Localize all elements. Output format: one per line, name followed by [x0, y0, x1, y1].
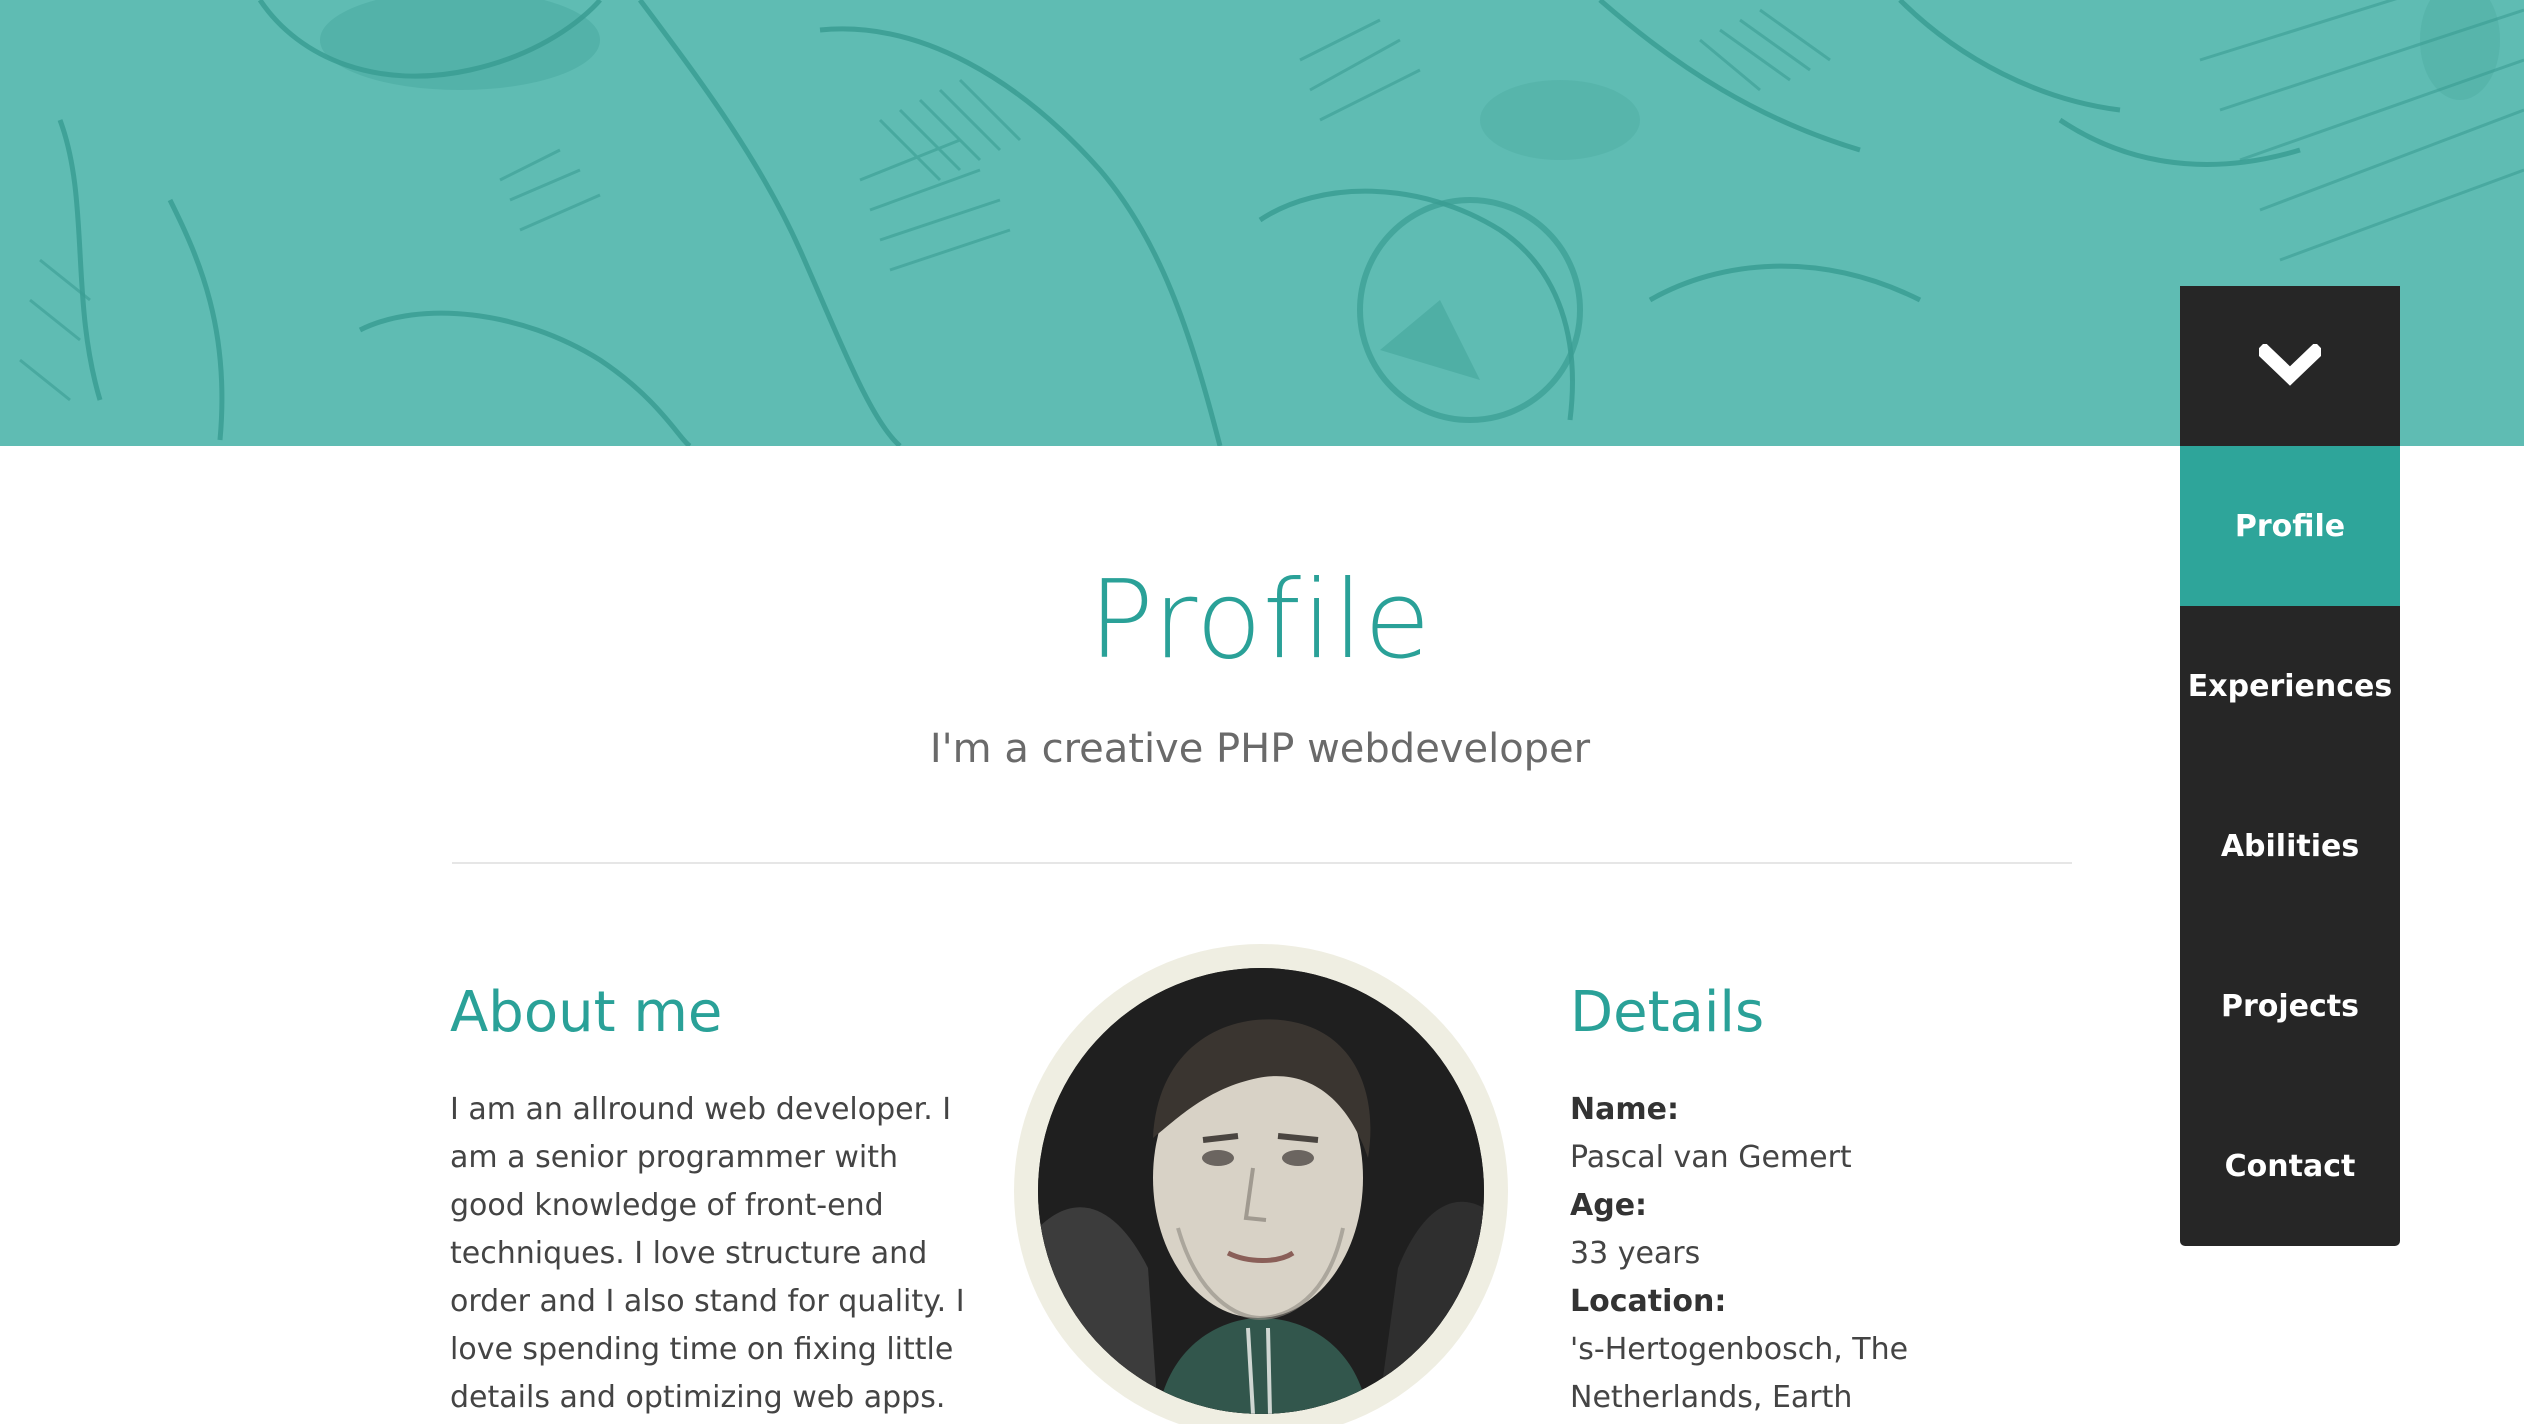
side-navigation: Profile Experiences Abilities Projects C… [2180, 286, 2400, 1246]
avatar [1038, 968, 1484, 1414]
nav-item-abilities[interactable]: Abilities [2180, 766, 2400, 926]
about-text: I am an allround web developer. I am a s… [450, 1092, 965, 1415]
age-value: 33 years [1570, 1236, 1701, 1271]
nav-item-profile[interactable]: Profile [2180, 446, 2400, 606]
about-heading: About me [450, 980, 723, 1045]
nav-item-contact[interactable]: Contact [2180, 1086, 2400, 1246]
name-label: Name: [1570, 1092, 1679, 1127]
location-label: Location: [1570, 1284, 1727, 1319]
nav-toggle-button[interactable] [2180, 286, 2400, 446]
hero-banner [0, 0, 2524, 446]
avatar-portrait [1038, 968, 1484, 1414]
page-subtitle: I'm a creative PHP webdeveloper [929, 726, 1591, 772]
location-value: 's-Hertogenbosch, The Netherlands, Earth [1570, 1332, 1909, 1415]
hero-illustration [19, 0, 2524, 446]
name-value: Pascal van Gemert [1570, 1140, 1852, 1175]
details-heading: Details [1570, 980, 1765, 1045]
page-title: Profile [1088, 558, 1432, 683]
nav-item-projects[interactable]: Projects [2180, 926, 2400, 1086]
age-label: Age: [1570, 1188, 1648, 1223]
chevron-down-icon [2259, 344, 2321, 386]
nav-item-experiences[interactable]: Experiences [2180, 606, 2400, 766]
details-list: Name: Pascal van Gemert Age: 33 years Lo… [1570, 1086, 2090, 1422]
section-divider [452, 862, 2072, 864]
